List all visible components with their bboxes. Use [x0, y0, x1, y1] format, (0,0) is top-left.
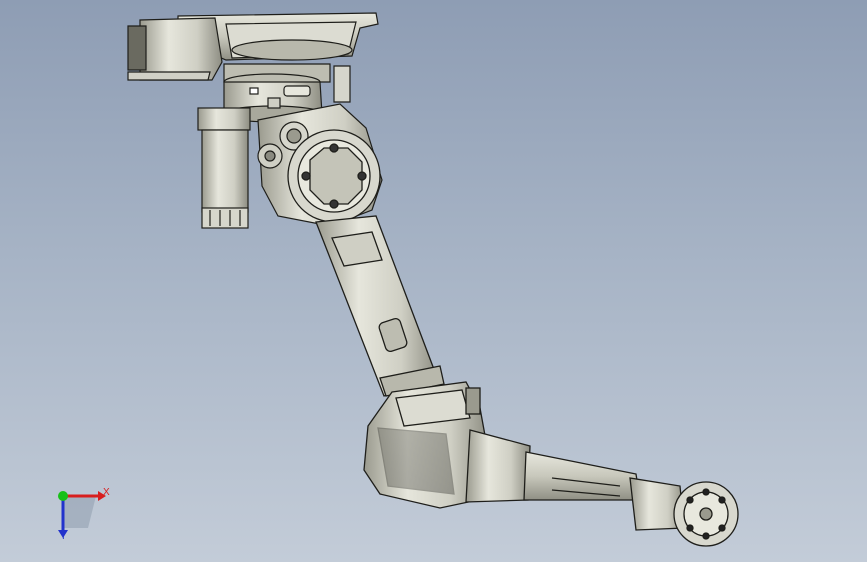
upper-arm [315, 215, 445, 397]
axis2-motor [197, 107, 251, 229]
forearm [465, 429, 685, 531]
shoulder-joint [287, 129, 381, 223]
x-axis-label: X [103, 487, 110, 498]
triad-origin [58, 491, 68, 501]
triad-plane-shadow [63, 496, 96, 528]
wrist-flange [673, 481, 739, 547]
y-axis-label: Y [60, 531, 67, 542]
cad-graphics-viewport[interactable]: X Y [0, 0, 867, 562]
robot-arm-model[interactable] [0, 0, 867, 562]
